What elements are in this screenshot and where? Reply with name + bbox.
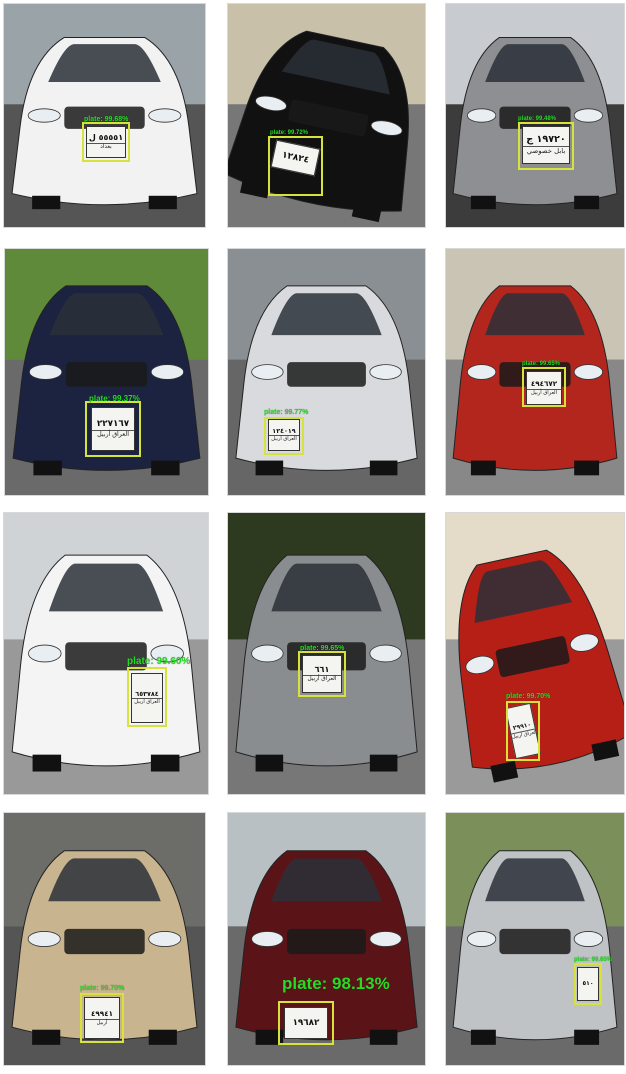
detection-confidence-label: plate: 99.65% <box>300 645 345 652</box>
detection-bounding-box <box>80 993 124 1043</box>
detection-bounding-box <box>278 1001 334 1045</box>
car-photo-tile: ٢٩٩١٠ العراق أربيل plate: 99.70% <box>445 512 625 795</box>
detection-bounding-box <box>518 122 574 170</box>
detection-confidence-label: plate: 99.37% <box>89 394 140 403</box>
detection-bounding-box <box>82 122 130 162</box>
detection-confidence-label: plate: 99.72% <box>270 130 309 136</box>
car-photo <box>446 813 624 1065</box>
detection-confidence-label: plate: 99.48% <box>518 116 557 122</box>
detection-confidence-label: plate: 99.68% <box>84 116 129 123</box>
car-photo-tile: ٤٩٩٤١ أربيل plate: 99.70% <box>3 812 206 1066</box>
detection-confidence-label: plate: 99.77% <box>264 409 309 416</box>
detection-confidence-label: plate: 99.70% <box>80 985 125 992</box>
detection-confidence-label: plate: 99.65% <box>522 361 561 367</box>
detection-bounding-box <box>298 651 346 697</box>
car-plate-detection-grid-page: ٥٥٥٥١ ل بغداد plate: 99.68% ١٢٨٢٤ plate: 99… <box>0 0 626 1074</box>
detection-bounding-box <box>268 136 323 196</box>
car-photo-tile: ٤٩٤٦٧٢ العراق أربيل plate: 99.65% <box>445 248 625 496</box>
car-photo-tile: ١٢٤٠١٩ العراق أربيل plate: 99.77% <box>227 248 426 496</box>
detection-bounding-box <box>264 417 304 455</box>
detection-bounding-box <box>127 667 167 727</box>
detection-bounding-box <box>522 367 566 407</box>
detection-bounding-box <box>85 401 141 457</box>
detection-confidence-label: plate: 99.65% <box>574 957 613 963</box>
car-photo-tile: ٦٦١ العراق أربيل plate: 99.65% <box>227 512 426 795</box>
car-photo-tile: ٥٥٥٥١ ل بغداد plate: 99.68% <box>3 3 206 228</box>
car-photo-tile: ١٢٨٢٤ plate: 99.72% <box>227 3 426 228</box>
detection-bounding-box <box>574 963 602 1005</box>
car-photo-tile: ١٩٧٢٠ ج بابل خصوصي plate: 99.48% <box>445 3 625 228</box>
car-photo-tile: ١٩٦٨٢ plate: 98.13% <box>227 812 426 1066</box>
car-photo <box>5 249 208 495</box>
car-photo <box>4 513 208 794</box>
detection-confidence-label: plate: 99.60% <box>127 656 191 667</box>
detection-confidence-label: plate: 99.70% <box>506 693 551 700</box>
car-photo-tile: ٦٥٣٧٨٤ العراق أربيل plate: 99.60% <box>3 512 209 795</box>
image-grid: ٥٥٥٥١ ل بغداد plate: 99.68% ١٢٨٢٤ plate: 99… <box>0 0 626 1074</box>
car-photo <box>228 249 425 495</box>
detection-bounding-box <box>506 701 540 761</box>
detection-confidence-label: plate: 98.13% <box>282 974 390 993</box>
car-photo <box>228 4 425 227</box>
car-photo-tile: ٥١٠ plate: 99.65% <box>445 812 625 1066</box>
car-photo-tile: ٢٢٧١٦٧ العراق أربيل plate: 99.37% <box>4 248 209 496</box>
